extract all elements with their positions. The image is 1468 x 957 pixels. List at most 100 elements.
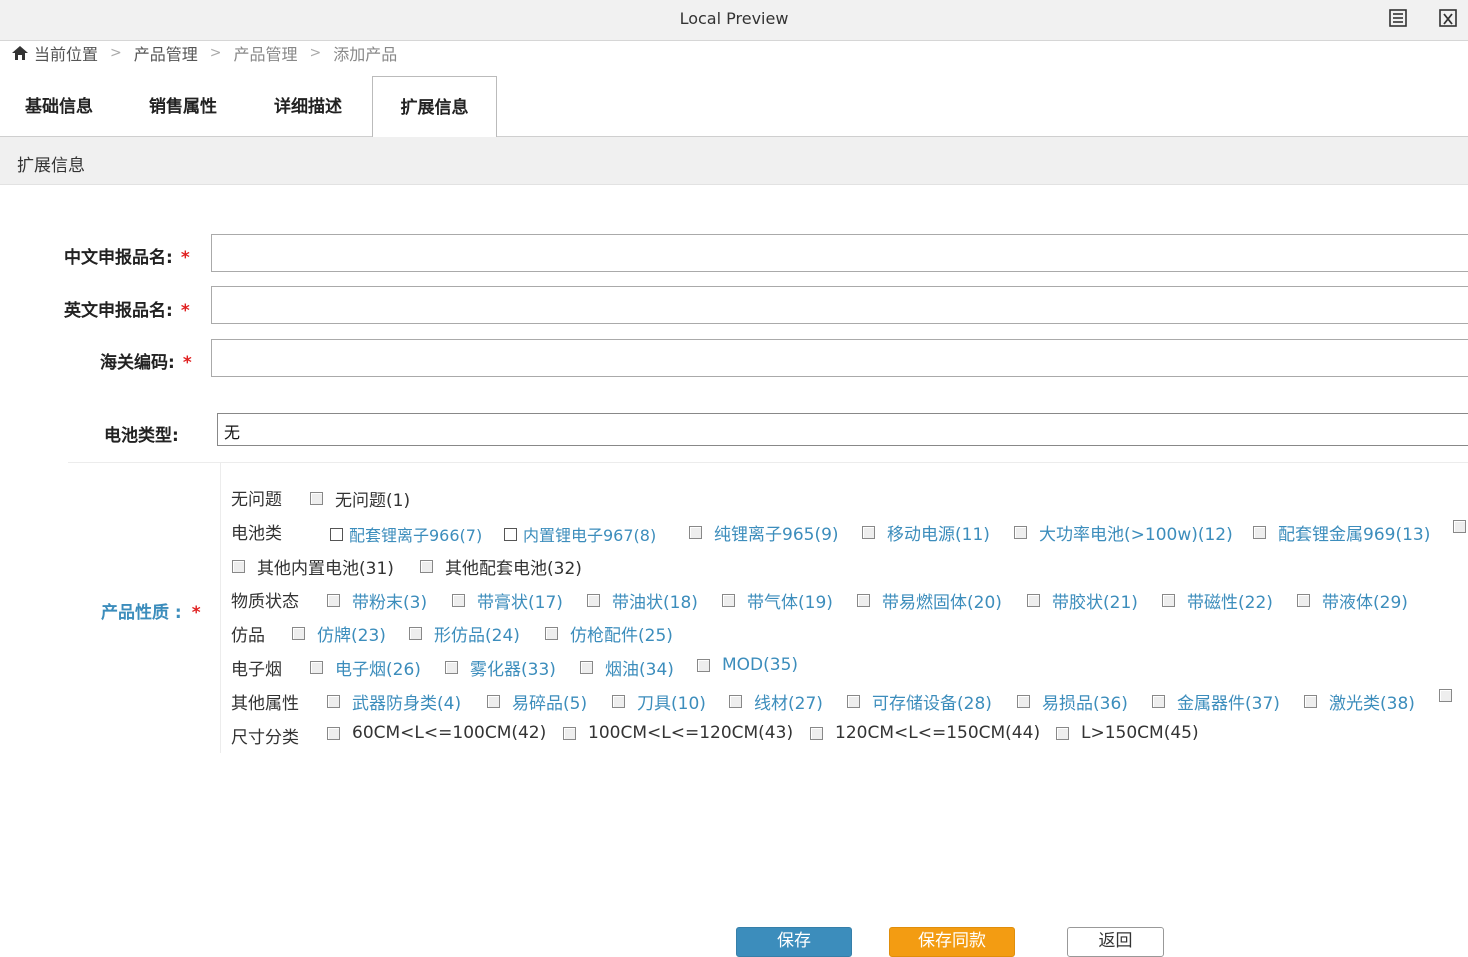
tab-sales-attributes[interactable]: 销售属性	[124, 76, 242, 136]
checkbox[interactable]	[327, 695, 340, 708]
breadcrumb-product-management[interactable]: 产品管理	[134, 41, 198, 65]
checkbox[interactable]	[445, 661, 458, 674]
checkbox[interactable]	[1027, 594, 1040, 607]
checkbox[interactable]	[1304, 695, 1317, 708]
tab-detailed-description[interactable]: 详细描述	[249, 76, 367, 136]
back-button[interactable]: 返回	[1067, 927, 1164, 957]
property-option-overflow[interactable]	[1439, 689, 1464, 702]
property-option-label: 大功率电池(>100w)(12)	[1039, 525, 1233, 545]
property-option[interactable]: 带油状(18)	[587, 588, 698, 613]
checkbox[interactable]	[1453, 520, 1466, 533]
property-option[interactable]: 120CM<L<=150CM(44)	[810, 723, 1040, 743]
checkbox[interactable]	[862, 526, 875, 539]
checkbox[interactable]	[612, 695, 625, 708]
checkbox[interactable]	[580, 661, 593, 674]
hs-code-input[interactable]	[211, 339, 1468, 377]
breadcrumb-product-management-2[interactable]: 产品管理	[234, 41, 298, 65]
property-option[interactable]: L>150CM(45)	[1056, 723, 1199, 743]
en-declared-name-label: 英文申报品名: *	[64, 296, 190, 321]
property-option[interactable]: 带气体(19)	[722, 588, 833, 613]
property-option[interactable]: 带液体(29)	[1297, 588, 1408, 613]
property-option[interactable]: 仿牌(23)	[292, 621, 386, 646]
property-option[interactable]: 配套锂金属969(13)	[1253, 520, 1430, 545]
property-option[interactable]: 带胶状(21)	[1027, 588, 1138, 613]
property-option[interactable]: 内置锂电子967(8)	[504, 522, 656, 546]
checkbox[interactable]	[1014, 526, 1027, 539]
property-option-label: 武器防身类(4)	[352, 694, 462, 714]
checkbox[interactable]	[697, 658, 710, 672]
checkbox[interactable]	[1056, 726, 1069, 740]
tab-basic-info[interactable]: 基础信息	[0, 76, 118, 136]
checkbox[interactable]	[1017, 695, 1030, 708]
property-option[interactable]: 其他配套电池(32)	[420, 554, 582, 579]
property-option[interactable]: 100CM<L<=120CM(43)	[563, 723, 793, 743]
checkbox[interactable]	[545, 627, 558, 640]
tab-extended-info[interactable]: 扩展信息	[372, 76, 497, 138]
checkbox[interactable]	[1152, 695, 1165, 708]
property-option-overflow[interactable]	[1453, 520, 1468, 533]
checkbox[interactable]	[563, 726, 576, 740]
property-option[interactable]: 烟油(34)	[580, 655, 674, 680]
checkbox[interactable]	[587, 594, 600, 607]
close-preview-icon[interactable]	[1438, 8, 1458, 28]
cn-declared-name-input[interactable]	[211, 234, 1468, 272]
checkbox[interactable]	[487, 695, 500, 708]
property-option[interactable]: 仿枪配件(25)	[545, 621, 673, 646]
checkbox[interactable]	[722, 594, 735, 607]
property-option[interactable]: 移动电源(11)	[862, 520, 990, 545]
property-option[interactable]: 配套锂离子966(7)	[330, 522, 482, 546]
hs-code-label: 海关编码: *	[100, 348, 192, 373]
property-option[interactable]: 刀具(10)	[612, 689, 706, 714]
checkbox[interactable]	[330, 527, 343, 541]
property-option[interactable]: 60CM<L<=100CM(42)	[327, 723, 546, 743]
property-option[interactable]: 线材(27)	[729, 689, 823, 714]
save-button[interactable]: 保存	[736, 927, 852, 957]
checkbox[interactable]	[1162, 594, 1175, 607]
checkbox[interactable]	[409, 627, 422, 640]
checkbox[interactable]	[847, 695, 860, 708]
property-option[interactable]: 带易燃固体(20)	[857, 588, 1002, 613]
battery-type-select[interactable]: 无	[217, 413, 1468, 446]
property-option[interactable]: 可存储设备(28)	[847, 689, 992, 714]
checkbox[interactable]	[452, 594, 465, 607]
checkbox[interactable]	[292, 627, 305, 640]
property-option[interactable]: 易碎品(5)	[487, 689, 587, 714]
property-option[interactable]: 雾化器(33)	[445, 655, 556, 680]
property-option[interactable]: 带粉末(3)	[327, 588, 427, 613]
checkbox[interactable]	[1297, 594, 1310, 607]
property-option[interactable]: 金属器件(37)	[1152, 689, 1280, 714]
property-option-label: 带易燃固体(20)	[882, 593, 1002, 613]
property-option[interactable]: 其他内置电池(31)	[232, 554, 394, 579]
category-label: 电子烟	[231, 660, 282, 680]
reader-mode-icon[interactable]	[1388, 8, 1408, 28]
property-option[interactable]: 激光类(38)	[1304, 689, 1415, 714]
checkbox[interactable]	[327, 594, 340, 607]
property-option[interactable]: 带膏状(17)	[452, 588, 563, 613]
property-option[interactable]: 带磁性(22)	[1162, 588, 1273, 613]
property-option-label: 易损品(36)	[1042, 694, 1128, 714]
property-option[interactable]: 形仿品(24)	[409, 621, 520, 646]
checkbox[interactable]	[232, 560, 245, 573]
checkbox[interactable]	[504, 527, 517, 541]
checkbox[interactable]	[420, 560, 433, 573]
checkbox[interactable]	[1253, 526, 1266, 539]
checkbox[interactable]	[810, 726, 823, 740]
checkbox[interactable]	[729, 695, 742, 708]
property-option[interactable]: 易损品(36)	[1017, 689, 1128, 714]
checkbox[interactable]	[327, 726, 340, 740]
checkbox[interactable]	[310, 661, 323, 674]
property-option[interactable]: 电子烟(26)	[310, 655, 421, 680]
checkbox[interactable]	[310, 492, 323, 505]
required-mark: *	[180, 301, 190, 321]
save-same-style-button[interactable]: 保存同款	[889, 927, 1015, 957]
property-option[interactable]: 武器防身类(4)	[327, 689, 461, 714]
checkbox[interactable]	[857, 594, 870, 607]
property-option[interactable]: 纯锂离子965(9)	[689, 520, 839, 545]
property-option[interactable]: 无问题(1)	[310, 486, 410, 511]
checkbox[interactable]	[1439, 689, 1452, 702]
en-declared-name-input[interactable]	[211, 286, 1468, 324]
property-option[interactable]: 大功率电池(>100w)(12)	[1014, 520, 1233, 545]
property-option[interactable]: MOD(35)	[697, 655, 798, 675]
property-option-label: 电子烟(26)	[335, 660, 421, 680]
checkbox[interactable]	[689, 526, 702, 539]
